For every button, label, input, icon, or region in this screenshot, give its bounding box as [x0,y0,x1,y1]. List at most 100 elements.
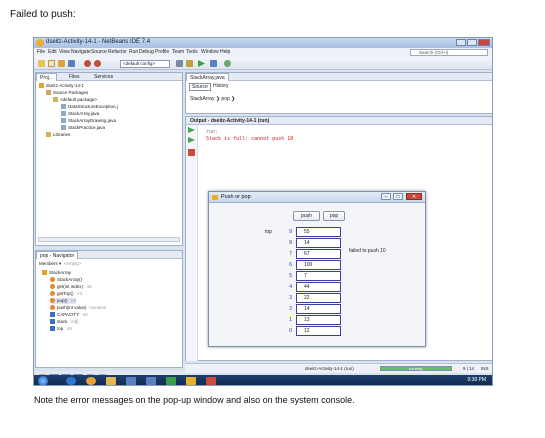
build-icon[interactable] [176,60,183,67]
stop-icon[interactable] [188,149,195,156]
menu-navigate[interactable]: Navigate [71,49,91,55]
editor-pane: StackArray.java Source History StackArra… [185,72,492,114]
members-filter[interactable]: Members ▾ <empty> [39,261,81,267]
dialog-maximize-button[interactable]: □ [393,193,403,200]
tree-file[interactable]: StackPractice.java [61,125,105,131]
debug-icon[interactable] [210,60,217,67]
tree-file[interactable]: StackArrayDrawing.java [61,118,116,124]
crumb-method[interactable]: pop [221,96,229,102]
horizontal-scrollbar[interactable] [38,237,180,242]
save-all-icon[interactable] [68,60,75,67]
maximize-button[interactable] [467,39,477,46]
nav-item[interactable]: push(int value) : boolean [50,305,106,311]
tree-default-package[interactable]: <default package> [53,97,97,103]
app-icon[interactable] [146,377,156,385]
history-button[interactable]: History [211,83,231,89]
run-icon[interactable] [188,137,195,143]
close-button[interactable] [478,39,490,46]
tree-libraries[interactable]: Libraries [46,132,70,138]
tree-project[interactable]: dseitz-Activity-14-1 [39,83,84,89]
explorer-icon[interactable] [106,377,116,385]
new-project-icon[interactable] [38,60,45,67]
output-title: Output - dseitz-Activity-14-1 (run) [186,117,492,125]
tab-files[interactable]: Files [66,73,83,81]
minimize-button[interactable] [456,39,466,46]
stack-cell: 44 [296,282,341,292]
profile-icon[interactable] [224,60,231,67]
java-taskbar-icon[interactable] [206,377,216,385]
tree-label: Libraries [53,132,71,137]
nav-item[interactable]: getTop() : int [50,291,82,297]
output-line: run: [206,129,219,135]
nav-item[interactable]: pop() : int [50,298,77,304]
nav-item-type: : boolean [86,305,107,310]
caption-top: Failed to push: [10,9,76,20]
redo-icon[interactable] [94,60,101,67]
window-titlebar: dseitz-Activity-14-1 - NetBeans IDE 7.4 [34,38,492,48]
new-file-icon[interactable] [48,60,55,67]
nav-item[interactable]: StackArray() [50,277,82,283]
dialog-minimize-button[interactable]: – [381,193,391,200]
nav-item-type: : int [83,284,92,289]
rerun-icon[interactable] [188,127,195,133]
config-select[interactable]: <default config> [120,60,170,68]
nav-item-type: : int[] [67,319,79,324]
output-gutter [186,125,198,361]
menu-refactor[interactable]: Refactor [108,49,127,55]
pop-button[interactable]: pop [323,211,345,221]
clean-build-icon[interactable] [186,60,193,67]
nav-item[interactable]: CAPACITY : int [50,312,88,318]
menu-source[interactable]: Source [91,49,107,55]
tab-services[interactable]: Services [91,73,116,81]
tab-stackarray-java[interactable]: StackArray.java [186,73,229,81]
method-icon [50,305,55,310]
tree-label: dseitz-Activity-14-1 [46,83,85,88]
menu-window[interactable]: Window [201,49,219,55]
open-project-icon[interactable] [58,60,65,67]
nav-item[interactable]: stack : int[] [50,319,79,325]
undo-icon[interactable] [84,60,91,67]
tree-source-packages[interactable]: Source Packages [46,90,88,96]
search-input[interactable]: Search (Ctrl+I) [410,49,488,56]
menu-edit[interactable]: Edit [48,49,57,55]
java-icon [212,195,218,200]
dialog-close-button[interactable]: ✕ [406,193,422,200]
crumb-class[interactable]: StackArray [190,96,214,102]
app-icon[interactable] [166,377,176,385]
menu-help[interactable]: Help [220,49,230,55]
breadcrumb: StackArray ❯ pop ❯ [190,96,236,102]
menu-team[interactable]: Team [172,49,184,55]
projects-pane: Proj... Files Services dseitz-Activity-1… [35,72,183,246]
run-icon[interactable] [198,60,205,67]
nav-item[interactable]: top : int [50,326,72,332]
internet-explorer-icon[interactable] [66,377,76,385]
menu-profile[interactable]: Profile [155,49,169,55]
start-button[interactable] [38,376,48,385]
menu-tools[interactable]: Tools [186,49,198,55]
nav-item[interactable]: StackArray [42,270,71,276]
java-file-icon [61,125,66,130]
run-status: dseitz-Activity-14-1 (run) [305,366,354,371]
java-file-icon [61,104,66,109]
stack-index: 5 [289,273,292,279]
nav-item-name: get(int index) [57,284,84,289]
netbeans-taskbar-icon[interactable] [186,377,196,385]
tree-file[interactable]: StackArray.java [61,111,99,117]
push-button[interactable]: push [293,211,320,221]
source-button[interactable]: Source [189,83,211,91]
menu-debug[interactable]: Debug [139,49,154,55]
menu-view[interactable]: View [59,49,70,55]
java-file-icon [61,118,66,123]
tab-projects[interactable]: Proj... [36,73,58,81]
chrome-icon[interactable] [86,377,96,385]
constructor-icon [50,277,55,282]
field-icon [50,319,55,324]
app-icon[interactable] [126,377,136,385]
tree-file[interactable]: DataStructureException.j [61,104,118,110]
menu-file[interactable]: File [37,49,45,55]
stack-cell: 55 [296,227,341,237]
navigator-pane: pop - Navigator Members ▾ <empty> StackA… [35,250,183,368]
menu-run[interactable]: Run [129,49,138,55]
package-folder-icon [46,90,51,95]
nav-item[interactable]: get(int index) : int [50,284,92,290]
